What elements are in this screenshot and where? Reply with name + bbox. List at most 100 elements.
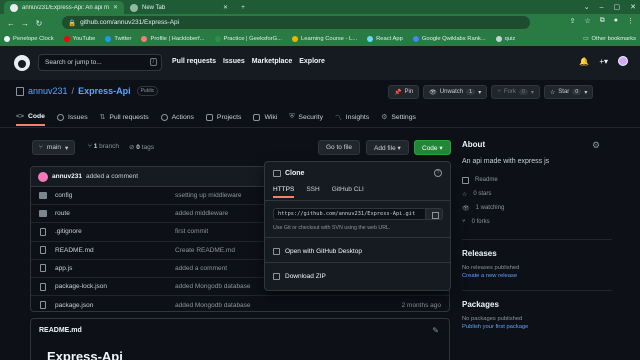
unwatch-button[interactable]: 👁 Unwatch 1 ▾ bbox=[423, 85, 488, 99]
zip-icon bbox=[273, 273, 280, 280]
create-release-link[interactable]: Create a new release bbox=[462, 273, 612, 279]
browser-tab-newtab[interactable]: New Tab ✕ bbox=[124, 1, 234, 14]
file-commit-message[interactable]: added Mongodb database bbox=[175, 302, 251, 309]
watching-link[interactable]: 👁 1 watching bbox=[462, 201, 612, 215]
bookmark-item[interactable]: quiz bbox=[495, 36, 515, 42]
tab-wiki[interactable]: Wiki bbox=[253, 108, 277, 126]
bookmark-item[interactable]: React App bbox=[367, 36, 403, 42]
search-input[interactable]: Search or jump to... / bbox=[38, 54, 162, 71]
url-bar[interactable]: 🔒 github.com/annuv231/Express-Api bbox=[62, 16, 530, 29]
pin-button[interactable]: 📌 Pin bbox=[388, 85, 420, 99]
star-button[interactable]: ☆ Star 0 ▾ bbox=[543, 85, 594, 99]
tab-code[interactable]: <> Code bbox=[16, 108, 45, 126]
file-name[interactable]: app.js bbox=[55, 265, 72, 272]
dropdown-divider bbox=[265, 237, 450, 238]
branches-link[interactable]: ⑂ 1 branch bbox=[88, 143, 119, 151]
add-file-button[interactable]: Add file ▾ bbox=[366, 140, 409, 155]
tab-https[interactable]: HTTPS bbox=[273, 186, 295, 198]
readme-link[interactable]: Readme bbox=[462, 173, 612, 187]
menu-icon[interactable]: ⋮ bbox=[627, 17, 634, 25]
fork-button[interactable]: ⑂ Fork 0 ▾ bbox=[491, 85, 540, 99]
tab-ssh[interactable]: SSH bbox=[306, 186, 319, 198]
go-to-file-button[interactable]: Go to file bbox=[318, 140, 361, 155]
browser-tab-active[interactable]: annuv231/Express-Api: An api m ✕ bbox=[4, 1, 124, 14]
file-name[interactable]: .gitignore bbox=[55, 228, 82, 235]
tab-issues[interactable]: Issues bbox=[56, 108, 88, 126]
close-window-icon[interactable]: ✕ bbox=[630, 3, 636, 11]
pencil-icon[interactable]: ✎ bbox=[432, 326, 439, 335]
share-icon[interactable]: ⇪ bbox=[570, 17, 576, 25]
avatar[interactable] bbox=[38, 171, 48, 182]
bell-icon[interactable]: 🔔 bbox=[579, 57, 589, 66]
table-row[interactable]: package.json added Mongodb database 2 mo… bbox=[31, 296, 449, 311]
download-zip-button[interactable]: Download ZIP bbox=[285, 273, 326, 280]
file-commit-message[interactable]: added middleware bbox=[175, 210, 228, 217]
star-bookmark-icon[interactable]: ☆ bbox=[584, 17, 590, 25]
file-name[interactable]: package.json bbox=[55, 302, 93, 309]
nav-marketplace[interactable]: Marketplace bbox=[252, 58, 292, 65]
forks-link[interactable]: ⑂ 0 forks bbox=[462, 215, 612, 229]
nav-issues[interactable]: Issues bbox=[223, 58, 245, 65]
other-bookmarks[interactable]: ▭ Other bookmarks bbox=[583, 32, 636, 46]
tab-github-cli[interactable]: GitHub CLI bbox=[332, 186, 364, 198]
repo-name-link[interactable]: Express-Api bbox=[78, 86, 131, 96]
commit-author[interactable]: annuv231 bbox=[52, 173, 82, 180]
file-commit-message[interactable]: added Mongodb database bbox=[175, 283, 251, 290]
tab-projects[interactable]: Projects bbox=[205, 108, 241, 126]
clone-url-field[interactable]: https://github.com/annuv231/Express-Api.… bbox=[273, 208, 435, 220]
file-icon bbox=[40, 227, 46, 236]
nav-pull-requests[interactable]: Pull requests bbox=[172, 58, 216, 65]
github-logo-icon[interactable] bbox=[14, 55, 30, 71]
bookmark-item[interactable]: YouTube bbox=[63, 36, 95, 42]
file-name[interactable]: README.md bbox=[55, 247, 94, 254]
gear-icon[interactable]: ⚙ bbox=[592, 140, 600, 151]
header-actions: 🔔 +▾ bbox=[579, 56, 628, 66]
new-tab-button[interactable]: + bbox=[236, 1, 250, 14]
close-tab-icon[interactable]: ✕ bbox=[113, 4, 118, 11]
back-icon[interactable]: ← bbox=[4, 19, 18, 28]
bookmark-item[interactable]: Penelope Clock bbox=[4, 36, 54, 42]
bookmark-item[interactable]: Practice | GeeksforG... bbox=[214, 36, 282, 42]
file-name[interactable]: config bbox=[55, 192, 72, 199]
commit-message[interactable]: added a comment bbox=[86, 173, 138, 180]
tab-pull-requests[interactable]: ⇅ Pull requests bbox=[100, 108, 149, 126]
close-tab-icon[interactable]: ✕ bbox=[223, 4, 228, 11]
file-icon bbox=[40, 301, 46, 310]
avatar[interactable] bbox=[618, 56, 628, 66]
profile-icon[interactable]: ● bbox=[614, 17, 618, 25]
packages-heading[interactable]: Packages bbox=[462, 300, 612, 309]
file-commit-message[interactable]: added a comment bbox=[175, 265, 227, 272]
bookmark-item[interactable]: Learning Course - L... bbox=[292, 36, 357, 42]
stars-link[interactable]: ☆ 0 stars bbox=[462, 187, 612, 201]
question-icon[interactable]: ? bbox=[434, 169, 442, 177]
tab-settings[interactable]: ⚙ Settings bbox=[381, 108, 416, 126]
file-commit-message[interactable]: first commit bbox=[175, 228, 208, 235]
chevron-down-icon[interactable]: ⌄ bbox=[584, 3, 590, 11]
code-button[interactable]: Code ▾ bbox=[414, 140, 451, 155]
nav-explore[interactable]: Explore bbox=[299, 58, 325, 65]
open-desktop-button[interactable]: Open with GitHub Desktop bbox=[285, 248, 362, 255]
maximize-icon[interactable]: ▢ bbox=[614, 3, 621, 11]
releases-heading[interactable]: Releases bbox=[462, 249, 612, 258]
bookmark-item[interactable]: Google Qwiklabs Rank... bbox=[412, 36, 486, 42]
tab-security[interactable]: ⛨ Security bbox=[289, 108, 323, 126]
tab-actions[interactable]: Actions bbox=[160, 108, 194, 126]
gear-icon: ⚙ bbox=[381, 114, 388, 121]
publish-package-link[interactable]: Publish your first package bbox=[462, 324, 612, 330]
minimize-icon[interactable]: – bbox=[600, 4, 604, 11]
file-commit-message[interactable]: Create README.md bbox=[175, 247, 235, 254]
create-new-icon[interactable]: +▾ bbox=[599, 57, 608, 66]
file-name[interactable]: route bbox=[55, 210, 70, 217]
file-commit-message[interactable]: ssetting up middleware bbox=[175, 192, 241, 199]
reload-icon[interactable]: ↻ bbox=[32, 19, 46, 28]
file-name[interactable]: package-lock.json bbox=[55, 283, 107, 290]
forward-icon[interactable]: → bbox=[18, 19, 32, 28]
bookmark-item[interactable]: Twitter bbox=[105, 36, 131, 42]
tab-insights[interactable]: 〽 Insights bbox=[335, 108, 369, 126]
copy-icon[interactable] bbox=[425, 208, 443, 220]
bookmark-item[interactable]: Profile | Hacktoberf... bbox=[141, 36, 205, 42]
branch-selector[interactable]: ⑂ main ▾ bbox=[32, 140, 76, 155]
extensions-icon[interactable]: ⧉ bbox=[600, 17, 605, 25]
repo-owner-link[interactable]: annuv231 bbox=[28, 86, 68, 96]
tags-link[interactable]: ⊘ 0 tags bbox=[129, 143, 154, 151]
